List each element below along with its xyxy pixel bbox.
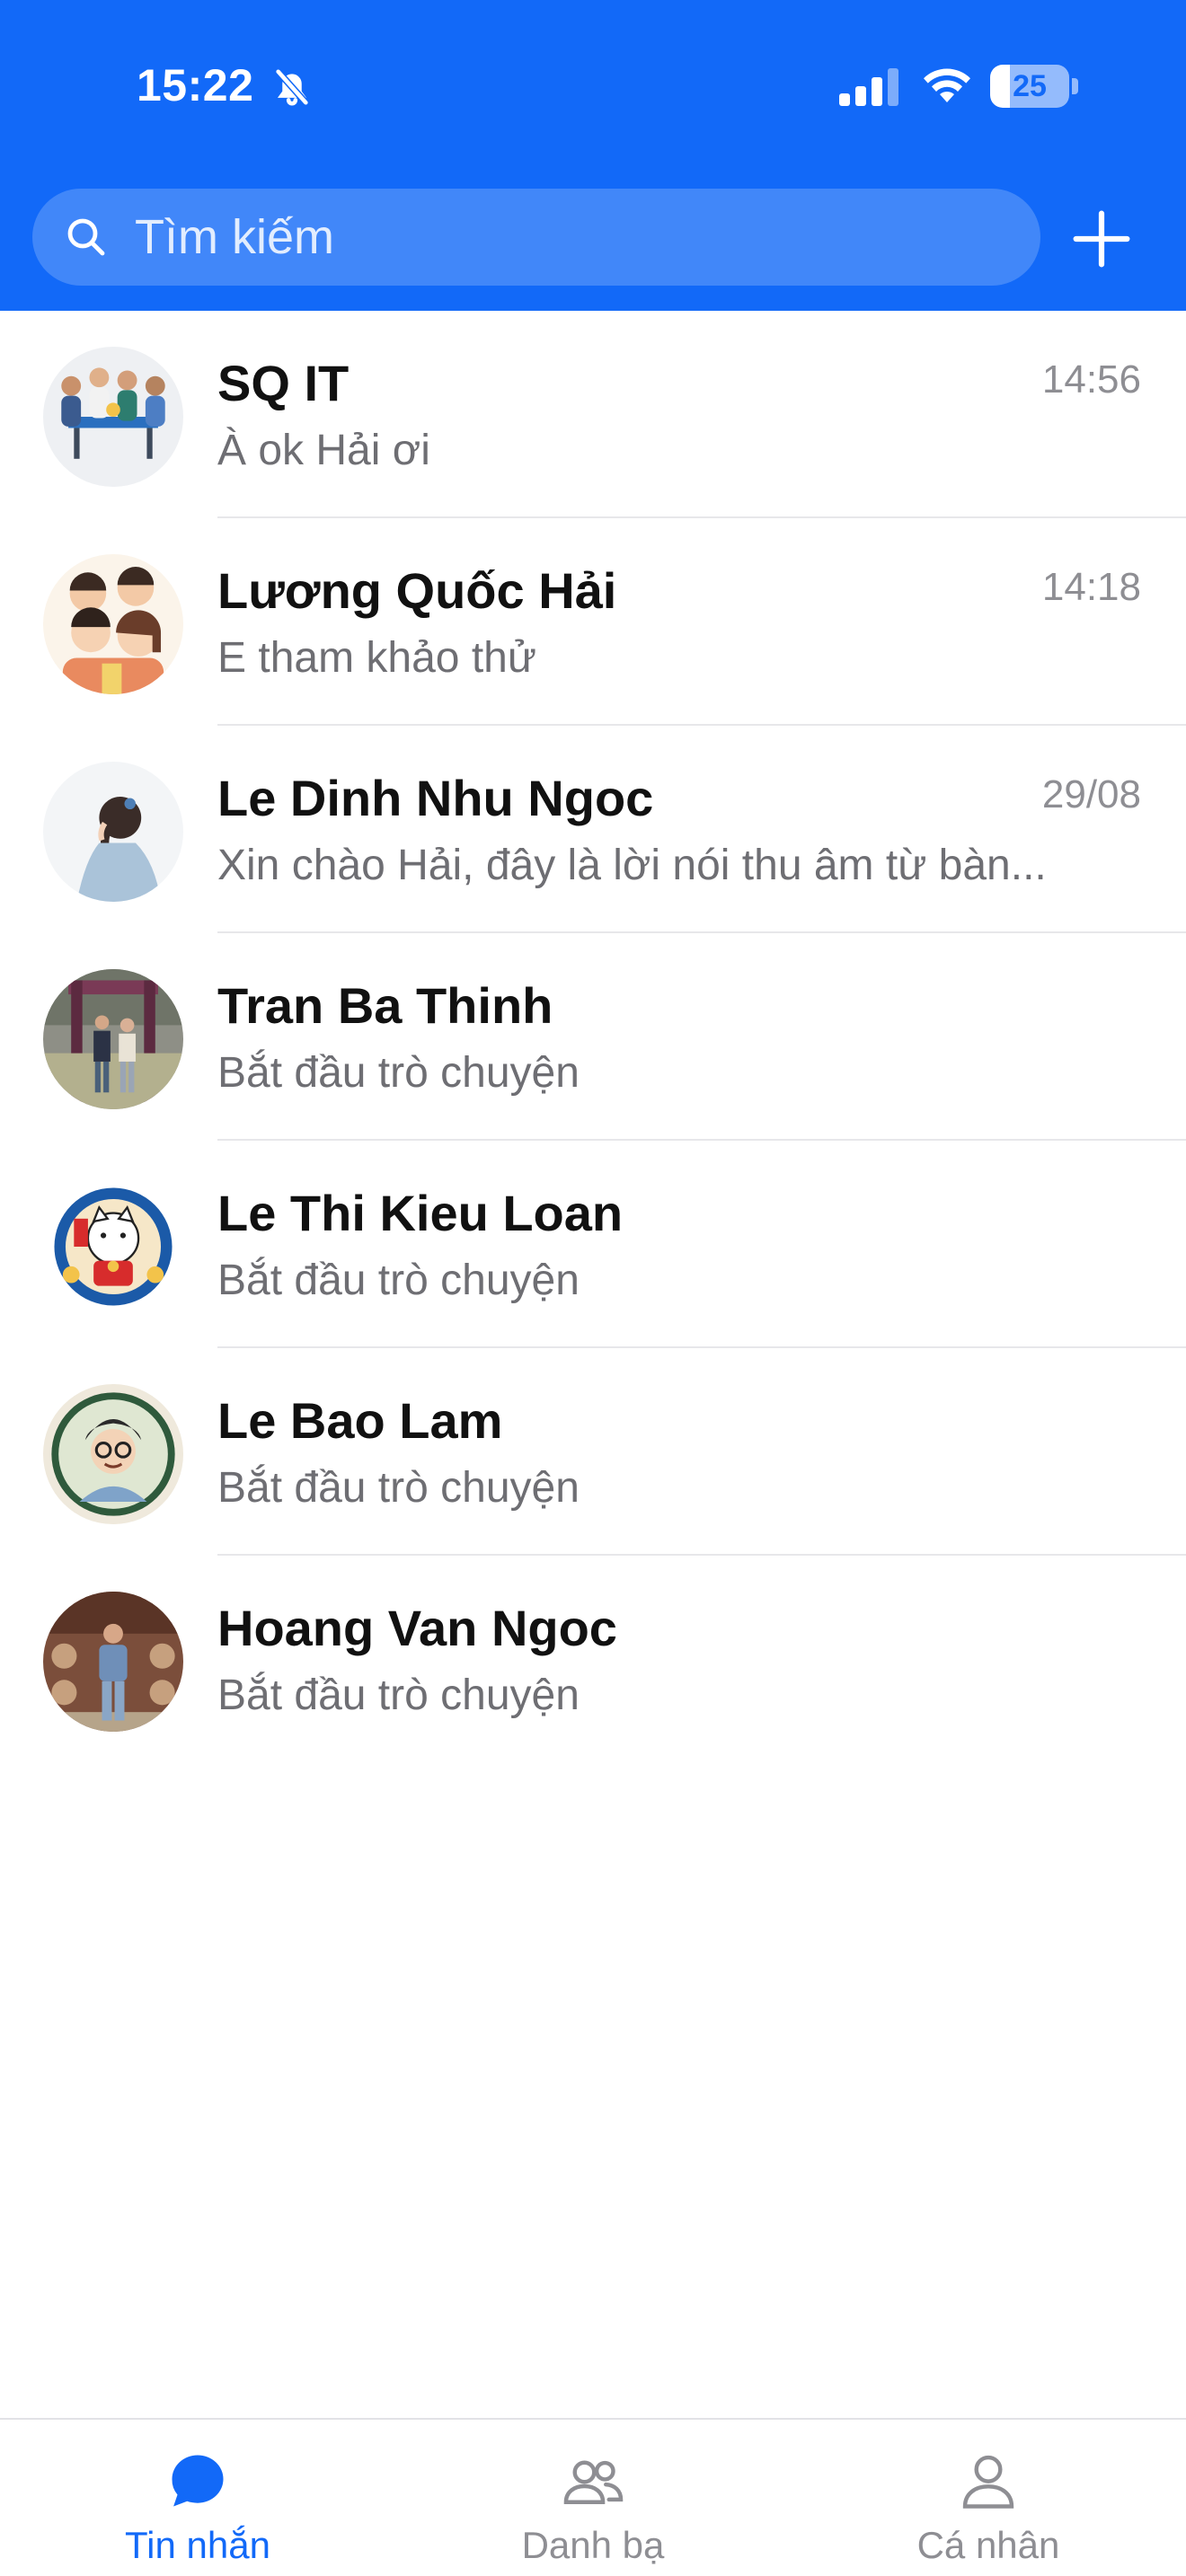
conversation-name: Hoang Van Ngoc (217, 1600, 617, 1656)
person-icon (962, 2455, 1014, 2509)
conversation-item[interactable]: Lương Quốc Hải 14:18 E tham khảo thử (0, 518, 1186, 726)
conversation-name: Le Bao Lam (217, 1392, 503, 1449)
tab-label: Tin nhắn (125, 2524, 270, 2566)
bell-off-icon (274, 67, 310, 107)
header: 15:22 25 (0, 0, 1186, 311)
conversation-time: 29/08 (1041, 772, 1141, 816)
conversation-name: Tran Ba Thinh (217, 977, 553, 1034)
status-time: 15:22 (137, 60, 254, 110)
conversation-name: Lương Quốc Hải (217, 562, 617, 619)
lucky-cat-avatar (43, 1177, 183, 1317)
plus-icon[interactable] (1071, 208, 1132, 269)
family-illustration-avatar (43, 554, 183, 694)
search-icon (67, 218, 105, 256)
tab-messages[interactable]: Tin nhắn (63, 2447, 332, 2566)
conversation-name: SQ IT (217, 355, 350, 411)
conversation-item[interactable]: Tran Ba Thinh Bắt đầu trò chuyện (0, 933, 1186, 1141)
contacts-icon (563, 2460, 624, 2504)
tab-bar: Tin nhắn Danh bạ Cá nhân (0, 2418, 1186, 2576)
conversation-item[interactable]: Le Dinh Nhu Ngoc 29/08 Xin chào Hải, đây… (0, 726, 1186, 933)
conversation-item[interactable]: Le Bao Lam Bắt đầu trò chuyện (0, 1348, 1186, 1556)
conversation-item[interactable]: Hoang Van Ngoc Bắt đầu trò chuyện (0, 1556, 1186, 1763)
search-bar[interactable] (32, 189, 1040, 286)
conversation-preview: E tham khảo thử (217, 634, 536, 682)
tab-label: Cá nhân (916, 2524, 1060, 2566)
battery-level: 25 (1013, 69, 1047, 103)
wifi-icon (924, 68, 970, 102)
conversation-preview: Bắt đầu trò chuyện (217, 1049, 580, 1097)
conversation-preview: Bắt đầu trò chuyện (217, 1257, 580, 1304)
cartoon-man-glasses-avatar (43, 1384, 183, 1524)
search-input[interactable] (135, 189, 1015, 286)
conversation-time: 14:18 (1041, 565, 1141, 609)
braid-girl-avatar (43, 762, 183, 902)
chat-bubble-icon (172, 2455, 224, 2507)
conversation-preview: Bắt đầu trò chuyện (217, 1672, 580, 1719)
tab-profile[interactable]: Cá nhân (854, 2447, 1123, 2566)
conversation-time: 14:56 (1041, 357, 1141, 401)
conversation-item[interactable]: SQ IT 14:56 À ok Hải ơi (0, 311, 1186, 518)
cellular-signal-icon (839, 68, 898, 106)
conversation-preview: À ok Hải ơi (217, 427, 430, 474)
conversation-item[interactable]: Le Thi Kieu Loan Bắt đầu trò chuyện (0, 1141, 1186, 1348)
battery-icon: 25 (990, 65, 1078, 108)
group-avatar (43, 347, 183, 487)
conversation-list: SQ IT 14:56 À ok Hải ơi Lương Quốc Hải 1… (0, 311, 1186, 1763)
conversation-preview: Xin chào Hải, đây là lời nói thu âm từ b… (217, 842, 1047, 889)
conversation-preview: Bắt đầu trò chuyện (217, 1464, 580, 1512)
man-photo-avatar (43, 1592, 183, 1732)
couple-photo-avatar (43, 969, 183, 1109)
conversation-name: Le Dinh Nhu Ngoc (217, 770, 654, 826)
tab-contacts[interactable]: Danh bạ (458, 2447, 728, 2566)
conversation-name: Le Thi Kieu Loan (217, 1185, 624, 1241)
tab-label: Danh bạ (521, 2524, 665, 2566)
